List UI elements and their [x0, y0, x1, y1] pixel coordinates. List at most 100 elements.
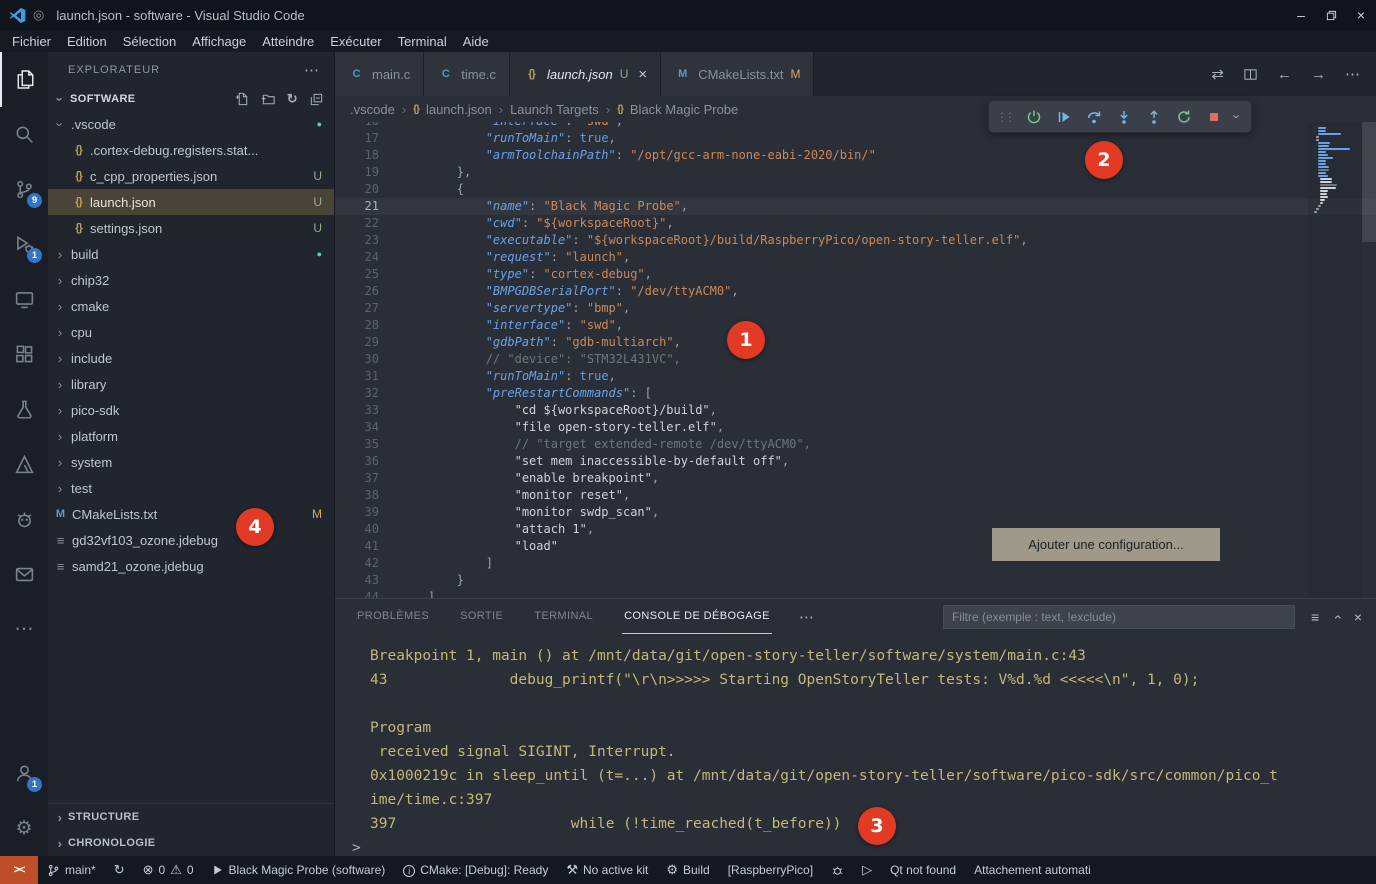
- code-line-32[interactable]: 32 "preRestartCommands": [: [335, 385, 1376, 402]
- close-panel-icon[interactable]: ×: [1354, 609, 1362, 625]
- restart-button[interactable]: [1170, 103, 1198, 131]
- cmake-debug[interactable]: [822, 856, 853, 884]
- tree-item-cpu[interactable]: ›cpu: [48, 319, 334, 345]
- sidebar-more-icon[interactable]: ⋯: [304, 61, 320, 79]
- code-line-22[interactable]: 22 "cwd": "${workspaceRoot}",: [335, 215, 1376, 232]
- code-line-31[interactable]: 31 "runToMain": true,: [335, 368, 1376, 385]
- menu-aide[interactable]: Aide: [455, 34, 497, 49]
- code-line-36[interactable]: 36 "set mem inaccessible-by-default off"…: [335, 453, 1376, 470]
- cmake-tools-icon[interactable]: [0, 437, 48, 492]
- code-line-26[interactable]: 26 "BMPGDBSerialPort": "/dev/ttyACM0",: [335, 283, 1376, 300]
- tab-main-c[interactable]: Cmain.c: [335, 52, 424, 96]
- problems[interactable]: ⊗0⚠0: [134, 856, 203, 884]
- code-line-35[interactable]: 35 // "target extended-remote /dev/ttyAC…: [335, 436, 1376, 453]
- git-sync[interactable]: ↻: [105, 856, 134, 884]
- code-line-20[interactable]: 20 {: [335, 181, 1376, 198]
- minimize-button[interactable]: –: [1286, 0, 1316, 30]
- drag-handle-icon[interactable]: ⋮⋮: [996, 110, 1012, 124]
- code-line-18[interactable]: 18 "armToolchainPath": "/opt/gcc-arm-non…: [335, 147, 1376, 164]
- collapse-all-icon[interactable]: [309, 92, 324, 107]
- continue-button[interactable]: [1050, 103, 1078, 131]
- mail-icon[interactable]: [0, 547, 48, 602]
- breadcrumb-item-launch-json[interactable]: launch.json: [426, 102, 492, 117]
- panel-tab-probl-mes[interactable]: PROBLÈMES: [355, 599, 431, 634]
- menu-fichier[interactable]: Fichier: [4, 34, 59, 49]
- breadcrumb-item-black-magic-probe[interactable]: Black Magic Probe: [630, 102, 738, 117]
- back-icon[interactable]: ←: [1277, 66, 1292, 83]
- explorer-icon[interactable]: [0, 52, 48, 107]
- cmake-build[interactable]: ⚙Build: [657, 856, 718, 884]
- tree-item-cmake[interactable]: ›cmake: [48, 293, 334, 319]
- open-changes-icon[interactable]: ⇄: [1211, 65, 1224, 83]
- cmake-target[interactable]: [RaspberryPico]: [719, 856, 822, 884]
- code-line-29[interactable]: 29 "gdbPath": "gdb-multiarch",: [335, 334, 1376, 351]
- code-editor[interactable]: 16 "interface": "swd",17 "runToMain": tr…: [335, 122, 1376, 598]
- split-editor-icon[interactable]: [1243, 67, 1258, 82]
- power-button[interactable]: [1020, 103, 1048, 131]
- tree-item-vscode[interactable]: ›.vscode●: [48, 111, 334, 137]
- tree-item-chip32[interactable]: ›chip32: [48, 267, 334, 293]
- tree-item-pico-sdk[interactable]: ›pico-sdk: [48, 397, 334, 423]
- code-line-24[interactable]: 24 "request": "launch",: [335, 249, 1376, 266]
- new-folder-icon[interactable]: [261, 92, 276, 107]
- tree-item-gd32vf103-ozone-jdebug[interactable]: ≡gd32vf103_ozone.jdebug: [48, 527, 334, 553]
- stop-button[interactable]: [1200, 103, 1228, 131]
- filter-icon[interactable]: ≡: [1311, 609, 1319, 625]
- tree-item-cmakelists-txt[interactable]: MCMakeLists.txtM: [48, 501, 334, 527]
- run-debug-icon[interactable]: 1: [0, 217, 48, 272]
- titlebar-circle-icon[interactable]: ◎: [33, 7, 44, 23]
- tree-item-cortex-debug-registers-stat[interactable]: {}.cortex-debug.registers.stat...: [48, 137, 334, 163]
- code-line-37[interactable]: 37 "enable breakpoint",: [335, 470, 1376, 487]
- close-tab-icon[interactable]: ×: [638, 66, 647, 83]
- tree-item-settings-json[interactable]: {}settings.jsonU: [48, 215, 334, 241]
- menu-ex-cuter[interactable]: Exécuter: [322, 34, 389, 49]
- qt-status[interactable]: Qt not found: [881, 856, 965, 884]
- code-line-28[interactable]: 28 "interface": "swd",: [335, 317, 1376, 334]
- more-actions-icon[interactable]: ⋯: [1345, 65, 1360, 83]
- code-line-38[interactable]: 38 "monitor reset",: [335, 487, 1376, 504]
- panel-tab-console-de-d-bogage[interactable]: CONSOLE DE DÉBOGAGE: [622, 599, 772, 634]
- step-over-button[interactable]: [1080, 103, 1108, 131]
- code-line-19[interactable]: 19 },: [335, 164, 1376, 181]
- close-window-button[interactable]: ×: [1346, 0, 1376, 30]
- code-line-33[interactable]: 33 "cd ${workspaceRoot}/build",: [335, 402, 1376, 419]
- code-line-34[interactable]: 34 "file open-story-teller.elf",: [335, 419, 1376, 436]
- breadcrumb-item-launch-targets[interactable]: Launch Targets: [510, 102, 599, 117]
- tree-item-test[interactable]: ›test: [48, 475, 334, 501]
- tree-item-samd21-ozone-jdebug[interactable]: ≡samd21_ozone.jdebug: [48, 553, 334, 579]
- code-line-21[interactable]: 21 "name": "Black Magic Probe",: [335, 198, 1376, 215]
- code-line-43[interactable]: 43 }: [335, 572, 1376, 589]
- test-explorer-icon[interactable]: [0, 492, 48, 547]
- tree-item-include[interactable]: ›include: [48, 345, 334, 371]
- search-icon[interactable]: [0, 107, 48, 162]
- panel-more-icon[interactable]: ⋯: [799, 608, 814, 626]
- debug-config[interactable]: Black Magic Probe (software): [203, 856, 395, 884]
- account-icon[interactable]: 1: [0, 746, 48, 801]
- step-into-button[interactable]: [1110, 103, 1138, 131]
- editor-scrollbar[interactable]: [1362, 122, 1376, 598]
- debug-console[interactable]: Breakpoint 1, main () at /mnt/data/git/o…: [335, 634, 1376, 856]
- tree-item-build[interactable]: ›build●: [48, 241, 334, 267]
- code-line-27[interactable]: 27 "servertype": "bmp",: [335, 300, 1376, 317]
- cmake-kit[interactable]: ⚒No active kit: [557, 856, 657, 884]
- tree-item-library[interactable]: ›library: [48, 371, 334, 397]
- scrollbar-thumb[interactable]: [1362, 122, 1376, 242]
- cmake-status[interactable]: iCMake: [Debug]: Ready: [394, 856, 557, 884]
- menu-affichage[interactable]: Affichage: [184, 34, 254, 49]
- tree-item-c-cpp-properties-json[interactable]: {}c_cpp_properties.jsonU: [48, 163, 334, 189]
- test-beaker-icon[interactable]: [0, 382, 48, 437]
- breadcrumb-item-vscode[interactable]: .vscode: [350, 102, 395, 117]
- tab-time-c[interactable]: Ctime.c: [424, 52, 510, 96]
- add-configuration-button[interactable]: Ajouter une configuration...: [992, 528, 1220, 561]
- auto-attach[interactable]: Attachement automati: [965, 856, 1100, 884]
- code-line-25[interactable]: 25 "type": "cortex-debug",: [335, 266, 1376, 283]
- code-line-39[interactable]: 39 "monitor swdp_scan",: [335, 504, 1376, 521]
- more-views-icon[interactable]: ⋯: [0, 602, 48, 657]
- panel-tab-sortie[interactable]: SORTIE: [458, 599, 505, 634]
- code-line-23[interactable]: 23 "executable": "${workspaceRoot}/build…: [335, 232, 1376, 249]
- remote-indicator[interactable]: ><: [0, 856, 38, 884]
- tree-item-launch-json[interactable]: {}launch.jsonU: [48, 189, 334, 215]
- menu-terminal[interactable]: Terminal: [390, 34, 455, 49]
- tree-item-platform[interactable]: ›platform: [48, 423, 334, 449]
- maximize-panel-icon[interactable]: ›: [1334, 609, 1339, 625]
